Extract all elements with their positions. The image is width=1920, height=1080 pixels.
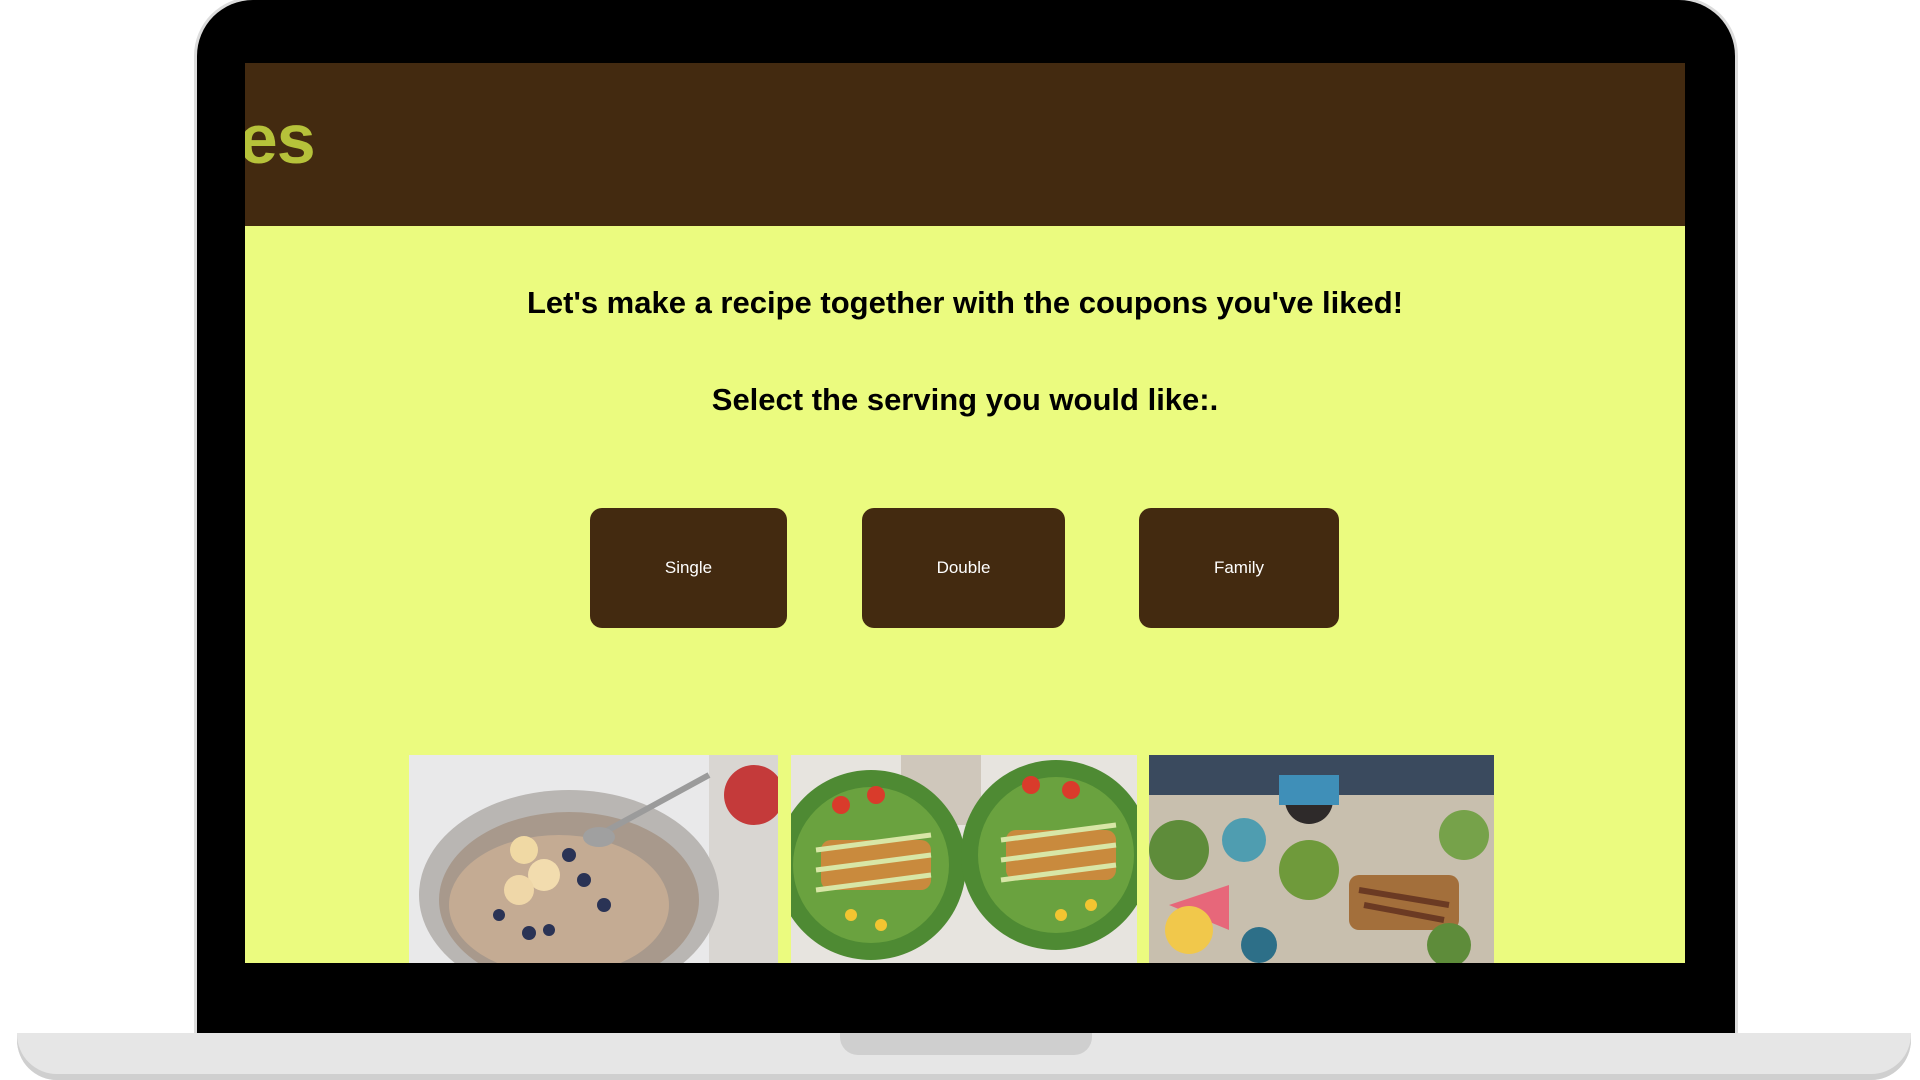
- site-header: pes: [245, 63, 1685, 226]
- single-serving-button[interactable]: Single: [590, 508, 787, 628]
- family-serving-button[interactable]: Family: [1139, 508, 1339, 628]
- browser-viewport: pes Let's make a recipe together with th…: [245, 63, 1685, 963]
- intro-heading: Let's make a recipe together with the co…: [526, 285, 1404, 320]
- salad-bowls-photo: [791, 755, 1137, 963]
- oatmeal-bowl-photo: [409, 755, 778, 963]
- site-title: pes: [245, 100, 316, 178]
- laptop-notch: [840, 1033, 1092, 1055]
- serving-prompt: Select the serving you would like:.: [711, 382, 1219, 417]
- double-serving-button[interactable]: Double: [862, 508, 1065, 628]
- family-table-photo: [1149, 755, 1494, 963]
